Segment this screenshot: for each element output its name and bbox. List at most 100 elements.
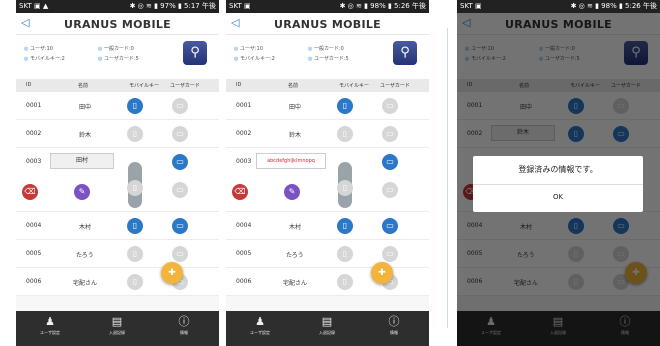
name-edit-field[interactable]: 田村 (50, 153, 114, 169)
row-id: 0004 (236, 222, 252, 229)
phone-icon[interactable]: ▯ (337, 218, 353, 234)
card-icon[interactable]: ▭ (382, 218, 398, 234)
status-right: ✱ ◎ ≋ ▮ 98% ▮ 5:26 午後 (339, 2, 426, 10)
row-name: 木村 (79, 224, 92, 231)
row-name: 田中 (79, 104, 92, 111)
table-row[interactable]: 0006 宅配さん ▯ ▭ (16, 268, 219, 296)
ok-button[interactable]: OK (473, 193, 643, 201)
phone-icon[interactable]: ▯ (337, 274, 353, 290)
status-left: SKT ▣ (460, 2, 482, 10)
stat-mobile-keys: モバイルキー:2 (29, 56, 65, 62)
dialog-message: 登録済みの情報です。 (518, 165, 598, 174)
card-icon[interactable]: ▭ (172, 98, 188, 114)
clipboard-icon: ▤ (321, 315, 333, 328)
trash-icon[interactable]: ⌫ (22, 184, 38, 200)
divider (447, 28, 448, 328)
status-left: SKT ▣ (229, 2, 251, 10)
tab-user-settings[interactable]: ♟ユーザ設定 (30, 315, 70, 337)
status-bar: SKT ▣ ✱ ◎ ≋ ▮ 98% ▮ 5:26 午後 (457, 0, 660, 13)
card-icon[interactable]: ▭ (382, 182, 398, 198)
row-name: たろう (286, 252, 304, 259)
row-name: 鈴木 (289, 132, 302, 139)
table-row[interactable]: 0005 たろう ▯ ▭ (16, 240, 219, 268)
row-id: 0003 (236, 158, 252, 165)
row-name: たろう (76, 252, 94, 259)
table-row-selected[interactable]: 0003 abcdefghijklmnopq ▯ ▭ ▭ ⌫ ✎ (226, 148, 429, 212)
dialog-divider (473, 184, 643, 185)
phone-icon[interactable]: ▯ (337, 180, 353, 196)
card-icon[interactable]: ▭ (382, 154, 398, 170)
info-icon: ⓘ (178, 315, 190, 328)
card-icon[interactable]: ▭ (172, 126, 188, 142)
phone-screen-3: SKT ▣ ✱ ◎ ≋ ▮ 98% ▮ 5:26 午後 ◁ URANUS MOB… (457, 0, 660, 346)
table-row[interactable]: 0005 たろう ▯ ▭ (226, 240, 429, 268)
card-icon[interactable]: ▭ (382, 98, 398, 114)
col-name: 名前 (288, 83, 299, 89)
row-name: 宅配さん (283, 280, 308, 287)
row-name: 鈴木 (79, 132, 92, 139)
phone-icon[interactable]: ▯ (337, 126, 353, 142)
column-header: ID 名前 モバイルキー ユーザカード (226, 79, 429, 92)
card-icon[interactable]: ▭ (172, 154, 188, 170)
pencil-icon[interactable]: ✎ (284, 184, 300, 200)
table-row[interactable]: 0004 木村 ▯ ▭ (16, 212, 219, 240)
tab-user-settings[interactable]: ♟ユーザ設定 (240, 315, 280, 337)
col-id: ID (26, 82, 32, 88)
col-user-card: ユーザカード (380, 83, 410, 89)
phone-icon[interactable]: ▯ (337, 246, 353, 262)
app-title: URANUS MOBILE (63, 18, 171, 31)
phone-icon[interactable]: ▯ (127, 246, 143, 262)
tab-entry-log[interactable]: ▤入退記録 (307, 315, 347, 337)
status-bar: SKT ▣ ▲ ✱ ◎ ≋ ▮ 97% ▮ 5:17 午後 (16, 0, 219, 13)
stats-panel: ◎ ユーザ:10 ◎ モバイルキー:2 ◎ 一般カード:0 ◎ ユーザカード:5… (16, 35, 219, 79)
table-row[interactable]: 0002 鈴木 ▯ ▭ (16, 120, 219, 148)
col-mobile-key: モバイルキー (129, 83, 160, 89)
col-mobile-key: モバイルキー (339, 83, 370, 89)
row-id: 0002 (236, 130, 252, 137)
table-row[interactable]: 0001 田中 ▯ ▭ (16, 92, 219, 120)
phone-icon[interactable]: ▯ (127, 218, 143, 234)
row-name: 田中 (289, 104, 302, 111)
users-icon: ♟ (45, 315, 55, 328)
status-right: ✱ ◎ ≋ ▮ 98% ▮ 5:26 午後 (570, 2, 657, 10)
card-icon[interactable]: ▭ (172, 218, 188, 234)
add-user-icon[interactable]: ✚ (371, 262, 393, 284)
tab-info[interactable]: ⓘ情報 (164, 315, 204, 337)
add-user-icon[interactable]: ✚ (161, 262, 183, 284)
phone-icon[interactable]: ▯ (127, 274, 143, 290)
tab-info[interactable]: ⓘ情報 (374, 315, 414, 337)
row-id: 0006 (236, 278, 252, 285)
pencil-icon[interactable]: ✎ (74, 184, 90, 200)
phone-icon[interactable]: ▯ (337, 98, 353, 114)
row-id: 0003 (26, 158, 42, 165)
trash-icon[interactable]: ⌫ (232, 184, 248, 200)
table-row[interactable]: 0006 宅配さん ▯ ▭ (226, 268, 429, 296)
status-bar: SKT ▣ ✱ ◎ ≋ ▮ 98% ▮ 5:26 午後 (226, 0, 429, 13)
tab-entry-log[interactable]: ▤入退記録 (97, 315, 137, 337)
app-header: ◁ URANUS MOBILE (226, 13, 429, 35)
row-id: 0005 (26, 250, 42, 257)
search-button[interactable]: ⚲ (183, 41, 207, 65)
status-right: ✱ ◎ ≋ ▮ 97% ▮ 5:17 午後 (129, 2, 216, 10)
table-row[interactable]: 0002 鈴木 ▯ ▭ (226, 120, 429, 148)
table-row[interactable]: 0001 田中 ▯ ▭ (226, 92, 429, 120)
row-id: 0002 (26, 130, 42, 137)
card-icon[interactable]: ▭ (382, 126, 398, 142)
clipboard-icon: ▤ (111, 315, 123, 328)
stat-users: ユーザ:10 (29, 46, 53, 52)
card-icon[interactable]: ▭ (172, 182, 188, 198)
tab-bar: ♟ユーザ設定 ▤入退記録 ⓘ情報 (226, 311, 429, 346)
search-icon: ⚲ (400, 45, 410, 60)
app-title: URANUS MOBILE (273, 18, 381, 31)
row-id: 0001 (236, 102, 252, 109)
card-icon[interactable]: ▭ (382, 246, 398, 262)
card-icon[interactable]: ▭ (172, 246, 188, 262)
phone-icon[interactable]: ▯ (127, 126, 143, 142)
phone-icon[interactable]: ▯ (127, 180, 143, 196)
search-button[interactable]: ⚲ (393, 41, 417, 65)
table-row-selected[interactable]: 0003 田村 ▯ ▭ ▭ ⌫ ✎ (16, 148, 219, 212)
phone-icon[interactable]: ▯ (127, 98, 143, 114)
stats-panel: ◎ ユーザ:10 ◎ モバイルキー:2 ◎ 一般カード:0 ◎ ユーザカード:5… (226, 35, 429, 79)
name-edit-field[interactable]: abcdefghijklmnopq (256, 153, 326, 169)
table-row[interactable]: 0004 木村 ▯ ▭ (226, 212, 429, 240)
